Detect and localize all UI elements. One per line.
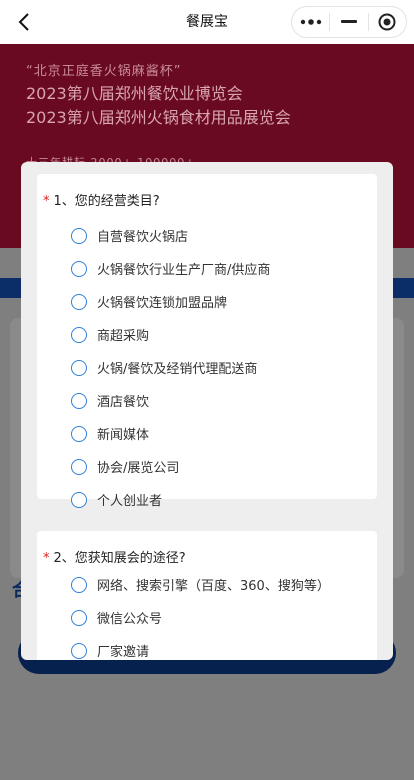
radio-circle-icon[interactable] — [71, 293, 87, 310]
radio-circle-icon[interactable] — [71, 227, 87, 244]
option-label: 新闻媒体 — [97, 428, 150, 443]
radio-option[interactable]: 商超采购 — [71, 318, 371, 351]
option-label: 酒店餐饮 — [97, 395, 150, 410]
question-title: * 2、您获知展会的途径? — [43, 547, 186, 566]
option-label: 火锅餐饮连锁加盟品牌 — [97, 296, 228, 311]
radio-circle-icon[interactable] — [71, 392, 87, 409]
radio-option[interactable]: 协会/展览公司 — [71, 450, 371, 483]
survey-modal: * 1、您的经营类目? 自营餐饮火锅店 火锅餐饮行业生产厂商/供应商 火锅餐饮连锁… — [21, 162, 393, 660]
radio-option[interactable]: 个人创业者 — [71, 483, 371, 516]
radio-circle-icon[interactable] — [71, 458, 87, 475]
radio-option[interactable]: 自营餐饮火锅店 — [71, 219, 371, 252]
radio-circle-icon[interactable] — [71, 359, 87, 376]
radio-circle-icon[interactable] — [71, 609, 87, 626]
target-circle-icon — [378, 13, 396, 31]
option-label: 自营餐饮火锅店 — [97, 230, 189, 245]
radio-option[interactable]: 厂家邀请 — [71, 634, 371, 660]
option-label: 网络、搜索引擎（百度、360、搜狗等） — [97, 579, 330, 594]
option-label: 商超采购 — [97, 329, 150, 344]
radio-circle-icon[interactable] — [71, 326, 87, 343]
radio-option[interactable]: 酒店餐饮 — [71, 384, 371, 417]
radio-circle-icon[interactable] — [71, 260, 87, 277]
nav-bar: 餐展宝 — [0, 0, 414, 44]
required-mark: * — [43, 551, 50, 566]
more-dots-icon — [300, 19, 321, 25]
required-mark: * — [43, 194, 50, 209]
radio-option[interactable]: 网络、搜索引擎（百度、360、搜狗等） — [71, 568, 371, 601]
banner-title-line2: 2023第八届郑州火锅食材用品展览会 — [26, 108, 291, 127]
question-title: * 1、您的经营类目? — [43, 190, 160, 209]
option-label: 火锅/餐饮及经销代理配送商 — [97, 362, 258, 377]
radio-option[interactable]: 火锅餐饮连锁加盟品牌 — [71, 285, 371, 318]
question-text: 2、您获知展会的途径? — [53, 551, 186, 566]
minimize-button[interactable] — [330, 7, 367, 37]
radio-option[interactable]: 火锅/餐饮及经销代理配送商 — [71, 351, 371, 384]
radio-option[interactable]: 微信公众号 — [71, 601, 371, 634]
option-label: 微信公众号 — [97, 612, 163, 627]
more-button[interactable] — [292, 7, 329, 37]
radio-circle-icon[interactable] — [71, 425, 87, 442]
close-button[interactable] — [369, 7, 406, 37]
radio-circle-icon[interactable] — [71, 576, 87, 593]
question-text: 1、您的经营类目? — [53, 194, 160, 209]
question-card: * 2、您获知展会的途径? 网络、搜索引擎（百度、360、搜狗等） 微信公众号 厂… — [37, 531, 377, 660]
radio-circle-icon[interactable] — [71, 491, 87, 508]
radio-option[interactable]: 新闻媒体 — [71, 417, 371, 450]
radio-circle-icon[interactable] — [71, 642, 87, 659]
option-label: 火锅餐饮行业生产厂商/供应商 — [97, 263, 271, 278]
mini-program-capsule — [291, 6, 407, 38]
banner-sponsor-line: “北京正庭香火锅麻酱杯” — [26, 64, 182, 79]
question-card: * 1、您的经营类目? 自营餐饮火锅店 火锅餐饮行业生产厂商/供应商 火锅餐饮连锁… — [37, 174, 377, 509]
option-label: 协会/展览公司 — [97, 461, 180, 476]
radio-option[interactable]: 火锅餐饮行业生产厂商/供应商 — [71, 252, 371, 285]
minimize-icon — [340, 20, 357, 23]
option-label: 个人创业者 — [97, 494, 163, 509]
banner-title-line1: 2023第八届郑州餐饮业博览会 — [26, 84, 243, 103]
option-label: 厂家邀请 — [97, 645, 150, 660]
